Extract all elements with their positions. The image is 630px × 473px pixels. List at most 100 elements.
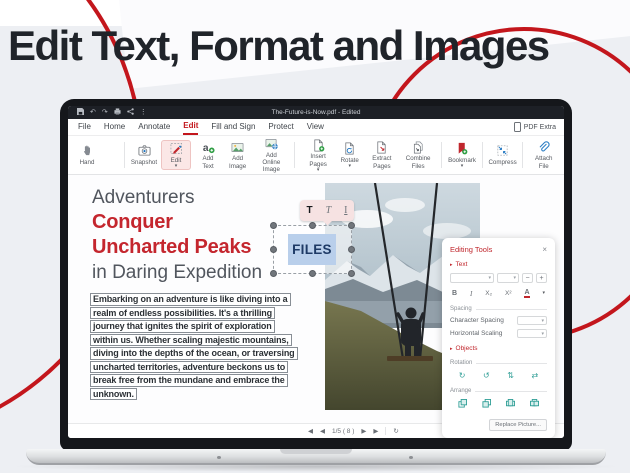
underline-button[interactable]: I [344,205,347,216]
toolbar-label: Insert Pages [303,153,332,167]
resize-handle-e[interactable] [348,246,355,253]
hand-icon [81,144,94,158]
first-page-icon[interactable]: ◀ [308,427,313,435]
toolbar-separator [441,142,442,168]
menu-edit[interactable]: Edit [183,119,198,135]
menu-protect[interactable]: Protect [268,120,293,134]
menu-annotate[interactable]: Annotate [138,120,170,134]
triangle-icon: ▸ [450,262,453,268]
section-text[interactable]: ▸ Text [450,261,547,268]
section-objects-label: Objects [456,345,478,352]
prev-page-icon[interactable]: ◀ [320,427,325,435]
toolbar-separator [294,142,295,168]
last-page-icon[interactable]: ▶ [373,427,378,435]
toolbar-label: Combine Files [403,155,433,169]
editing-tools-panel: Editing Tools × ▸ Text ▾ ▾ − + B I X₂ [442,238,555,438]
rotation-divider: Rotation [450,360,547,366]
bring-to-front-icon[interactable] [506,399,515,410]
selected-object-frame[interactable]: FILES [273,225,352,274]
character-spacing-select[interactable]: ▾ [517,316,547,325]
resize-handle-w[interactable] [270,246,277,253]
subscript-button[interactable]: X₂ [485,290,492,297]
spacing-divider: Spacing [450,306,547,312]
document-heading[interactable]: Adventurers Conquer Uncharted Peaks in D… [92,185,262,285]
close-icon[interactable]: × [542,246,547,254]
toolbar-button-hand[interactable]: Hand [76,144,98,166]
paragraph-line: journey that ignites the spirit of explo… [90,320,275,333]
toolbar-label: Add Text [197,155,219,169]
statusbar-separator [385,427,386,435]
menu-view[interactable]: View [307,120,324,134]
menu-home[interactable]: Home [104,120,125,134]
toolbar-button-bookmark[interactable]: Bookmark ▾ [450,142,473,168]
menu-fill-and-sign[interactable]: Fill and Sign [211,120,255,134]
brand-badge: PDF Extra [514,122,556,132]
font-family-select[interactable]: ▾ [450,273,494,283]
document-paragraph[interactable]: Embarking on an adventure is like diving… [90,293,298,401]
rotate-right-icon[interactable]: ↻ [459,371,466,380]
horizontal-scaling-select[interactable]: ▾ [517,329,547,338]
refresh-icon[interactable]: ↻ [393,427,398,435]
italic-button[interactable]: I [470,290,472,298]
menubar: File Home Annotate Edit Fill and Sign Pr… [68,119,564,136]
triangle-icon: ▸ [450,346,453,352]
laptop-base [26,449,606,465]
bold-button[interactable]: B [452,290,457,297]
section-objects[interactable]: ▸ Objects [450,345,547,352]
increase-size-button[interactable]: + [536,273,547,283]
decrease-size-button[interactable]: − [522,273,533,283]
toolbar-button-extract-pages[interactable]: Extract Pages [367,140,397,169]
heading-line: in Daring Expedition [92,260,262,285]
italic-button[interactable]: T [326,205,332,216]
paragraph-line: uncharted territories, adventure beckons… [90,361,288,374]
toolbar-button-add-text[interactable]: a Add Text [197,140,219,169]
toolbar-button-snapshot[interactable]: Snapshot [133,144,155,166]
paragraph-line: Embarking on an adventure is like diving… [90,293,291,306]
selected-object-text[interactable]: FILES [288,234,336,265]
toolbar-button-combine-files[interactable]: Combine Files [403,140,433,169]
bring-forward-icon[interactable] [458,399,467,410]
font-size-select[interactable]: ▾ [497,273,519,283]
laptop-screen-frame: ↶ ↷ ⋮ The-Future-is-Now.pdf - Edited Fil… [60,99,572,451]
toolbar-button-attach-file[interactable]: Attach File [531,140,556,169]
send-backward-icon[interactable] [482,399,491,410]
toolbar-button-insert-pages[interactable]: Insert Pages ▾ [303,138,332,171]
extract-pages-icon [375,140,388,154]
resize-handle-ne[interactable] [348,222,355,229]
camera-icon [138,144,151,158]
resize-handle-n[interactable] [309,222,316,229]
resize-handle-se[interactable] [348,270,355,277]
menu-file[interactable]: File [78,120,91,134]
paragraph-line: within us. Whether scaling majestic moun… [90,334,292,347]
resize-handle-nw[interactable] [270,222,277,229]
toolbar-button-rotate[interactable]: Rotate ▾ [339,142,361,168]
resize-handle-sw[interactable] [270,270,277,277]
resize-handle-s[interactable] [309,270,316,277]
toolbar-button-edit[interactable]: Edit ▾ [161,140,191,170]
toolbar-button-compress[interactable]: Compress [491,144,515,166]
toolbar-separator [482,142,483,168]
flip-vertical-icon[interactable]: ⇅ [507,371,514,380]
toolbar-button-add-online-image[interactable]: Add Online Image [256,137,286,173]
brand-label: PDF Extra [524,124,556,131]
toolbar-label: Snapshot [131,159,157,166]
flip-horizontal-icon[interactable]: ⇄ [532,371,539,380]
font-color-button[interactable]: A [524,289,529,298]
caret-down-icon: ▾ [513,275,516,281]
toolbar-label: Hand [80,159,95,166]
toolbar: Hand Snapshot Edit ▾ a Add Text [68,136,564,175]
banner-headline: Edit Text, Format and Images [8,22,549,70]
replace-picture-button[interactable]: Replace Picture... [489,419,547,431]
rotate-left-icon[interactable]: ↺ [483,371,490,380]
send-to-back-icon[interactable] [530,399,539,410]
page-indicator: 1/5 ( 8 ) [332,428,354,435]
toolbar-button-add-image[interactable]: Add Image [225,140,250,169]
superscript-button[interactable]: X² [505,290,512,297]
heading-line: Conquer [92,210,262,235]
bold-button[interactable]: T [306,205,312,216]
combine-files-icon [412,140,425,154]
heading-line: Uncharted Peaks [92,235,262,260]
caret-down-icon[interactable]: ▾ [542,292,545,295]
phone-icon [514,122,521,132]
next-page-icon[interactable]: ▶ [361,427,366,435]
